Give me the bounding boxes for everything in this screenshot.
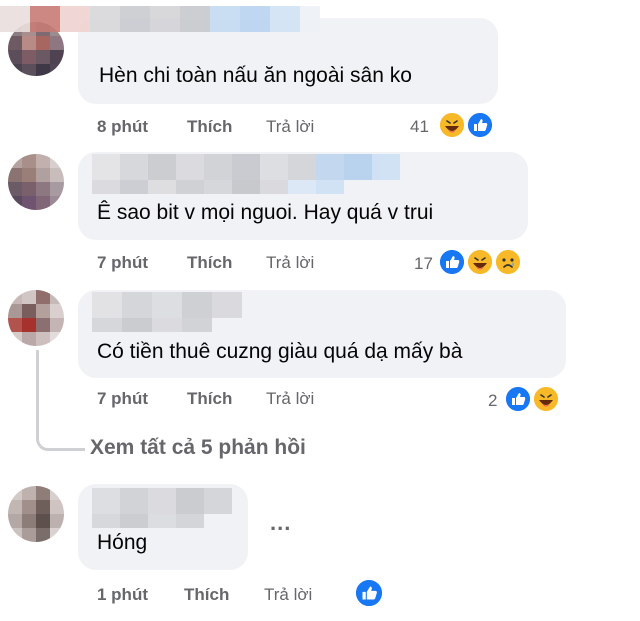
reply-button-4[interactable]: Trả lời [264, 585, 312, 605]
comment-text-3: Có tiền thuê cuzng giàu quá dạ mấy bà [97, 340, 463, 363]
reaction-count-2[interactable]: 17 [414, 254, 433, 274]
reply-button-3[interactable]: Trả lời [266, 389, 314, 409]
like-button-3[interactable]: Thích [187, 389, 232, 409]
blurred-author-name-4b [92, 514, 204, 528]
blurred-author-name-1[interactable] [0, 6, 320, 32]
reaction-count-1[interactable]: 41 [410, 117, 429, 137]
more-options-button[interactable]: ... [270, 510, 291, 536]
comment-time-4[interactable]: 1 phút [97, 585, 148, 605]
comment-time-1[interactable]: 8 phút [97, 117, 148, 137]
blurred-author-name-2b [92, 180, 344, 194]
blurred-author-name-3[interactable] [92, 292, 242, 318]
blurred-author-name-3b [92, 318, 212, 332]
view-all-replies-link[interactable]: Xem tất cả 5 phản hồi [90, 436, 306, 460]
like-reaction-icon [438, 248, 466, 276]
like-button-1[interactable]: Thích [187, 117, 232, 137]
haha-reaction-icon [466, 248, 494, 276]
comment-text-2: Ê sao bit v mọi nguoi. Hay quá v trui [97, 201, 434, 224]
sad-reaction-icon [494, 248, 522, 276]
blurred-author-name-4[interactable] [92, 488, 232, 514]
reply-button-1[interactable]: Trả lời [266, 117, 314, 137]
haha-reaction-icon [532, 385, 560, 413]
comment-time-2[interactable]: 7 phút [97, 253, 148, 273]
comment-text-1: Hèn chi toàn nấu ăn ngoài sân ko [99, 64, 412, 87]
comment-time-3[interactable]: 7 phút [97, 389, 148, 409]
reply-thread-line [36, 350, 85, 451]
like-button-4[interactable]: Thích [184, 585, 229, 605]
like-reaction-icon [354, 578, 384, 608]
comment-text-4: Hóng [97, 531, 148, 554]
avatar-commenter-3[interactable] [8, 290, 64, 346]
blurred-author-name-2[interactable] [92, 154, 400, 180]
avatar-commenter-2[interactable] [8, 154, 64, 210]
like-button-2[interactable]: Thích [187, 253, 232, 273]
haha-reaction-icon [438, 111, 466, 139]
reply-button-2[interactable]: Trả lời [266, 253, 314, 273]
like-reaction-icon [466, 111, 494, 139]
reaction-count-3[interactable]: 2 [488, 391, 497, 411]
avatar-commenter-4[interactable] [8, 486, 64, 542]
like-reaction-icon [504, 385, 532, 413]
